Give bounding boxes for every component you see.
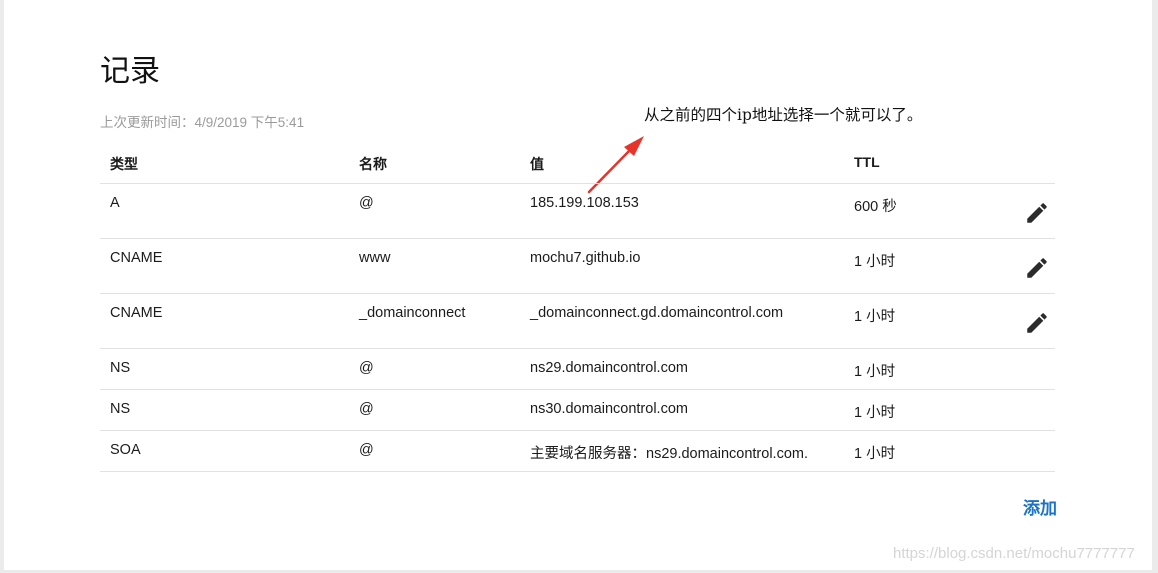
header-name: 名称 <box>359 156 387 172</box>
edit-record-button[interactable] <box>1024 310 1050 336</box>
record-value: 主要域名服务器：ns29.domaincontrol.com. <box>530 446 808 462</box>
header-value: 值 <box>530 156 544 172</box>
record-value: ns29.domaincontrol.com <box>530 360 688 376</box>
table-row: NS @ ns30.domaincontrol.com 1 小时 <box>100 390 1055 431</box>
record-type: NS <box>110 360 131 376</box>
header-ttl: TTL <box>854 154 880 170</box>
record-type: NS <box>110 401 131 417</box>
record-name: @ <box>359 442 374 458</box>
pencil-icon <box>1027 258 1047 278</box>
record-value: _domainconnect.gd.domaincontrol.com <box>530 305 784 321</box>
record-ttl: 600 秒 <box>854 199 897 215</box>
record-ttl: 1 小时 <box>854 446 896 462</box>
pencil-icon <box>1027 203 1047 223</box>
record-name: @ <box>359 360 374 376</box>
record-ttl: 1 小时 <box>854 405 896 421</box>
dns-records-table: 类型 名称 值 TTL A @ 185.199.108.153 600 秒 CN… <box>100 142 1055 472</box>
watermark-text: https://blog.csdn.net/mochu7777777 <box>893 545 1135 562</box>
page-title: 记录 <box>100 54 160 89</box>
table-header: 类型 名称 值 TTL <box>100 142 1055 184</box>
record-ttl: 1 小时 <box>854 254 896 270</box>
record-type: CNAME <box>110 305 163 321</box>
record-value: mochu7.github.io <box>530 250 641 266</box>
pencil-icon <box>1027 313 1047 333</box>
record-value: 185.199.108.153 <box>530 195 639 211</box>
header-type: 类型 <box>110 156 138 172</box>
annotation-text: 从之前的四个ip地址选择一个就可以了。 <box>644 106 923 124</box>
last-updated-text: 上次更新时间：4/9/2019 下午5:41 <box>100 115 305 130</box>
record-value: ns30.domaincontrol.com <box>530 401 688 417</box>
table-row: A @ 185.199.108.153 600 秒 <box>100 184 1055 239</box>
record-name: @ <box>359 401 374 417</box>
table-row: CNAME _domainconnect _domainconnect.gd.d… <box>100 294 1055 349</box>
add-record-button[interactable]: 添加 <box>1023 494 1057 519</box>
record-type: CNAME <box>110 250 163 266</box>
table-row: CNAME www mochu7.github.io 1 小时 <box>100 239 1055 294</box>
edit-record-button[interactable] <box>1024 255 1050 281</box>
record-type: SOA <box>110 442 141 458</box>
record-ttl: 1 小时 <box>854 364 896 380</box>
record-name: www <box>359 250 391 266</box>
record-ttl: 1 小时 <box>854 309 896 325</box>
table-row: NS @ ns29.domaincontrol.com 1 小时 <box>100 349 1055 390</box>
record-name: @ <box>359 195 374 211</box>
record-name: _domainconnect <box>359 305 466 321</box>
record-type: A <box>110 195 120 211</box>
table-row: SOA @ 主要域名服务器：ns29.domaincontrol.com. 1 … <box>100 431 1055 472</box>
edit-record-button[interactable] <box>1024 200 1050 226</box>
